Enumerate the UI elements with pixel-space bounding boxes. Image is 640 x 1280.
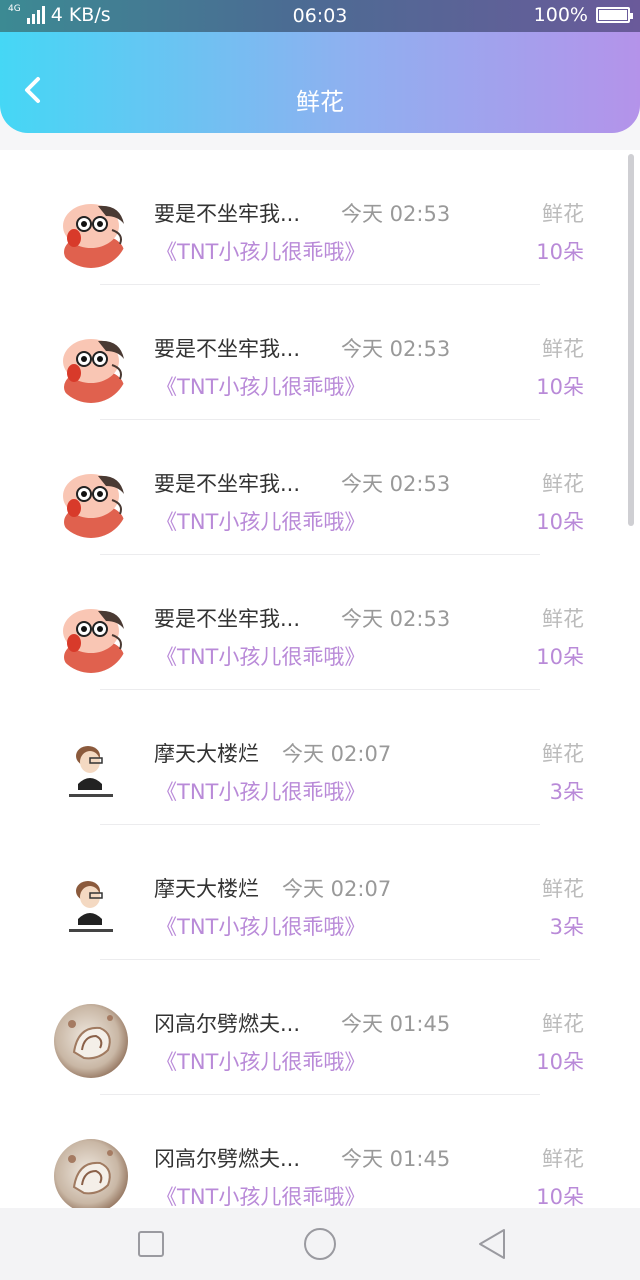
square-icon <box>138 1231 164 1257</box>
gift-record-item[interactable]: 要是不坐牢我... 今天 02:53 鲜花《TNT小孩儿很乖哦》 10朵 <box>0 420 640 555</box>
user-avatar[interactable] <box>54 1139 128 1208</box>
gift-record-item[interactable]: 摩天大楼烂 今天 02:07 鲜花《TNT小孩儿很乖哦》 3朵 <box>0 825 640 960</box>
system-nav-bar <box>0 1208 640 1280</box>
sender-name: 要是不坐牢我... <box>154 472 301 496</box>
gift-record-item[interactable]: 要是不坐牢我... 今天 02:53 鲜花《TNT小孩儿很乖哦》 10朵 <box>0 285 640 420</box>
room-name-link[interactable]: 《TNT小孩儿很乖哦》 <box>156 776 365 806</box>
scrollbar[interactable] <box>628 154 634 526</box>
room-name-link[interactable]: 《TNT小孩儿很乖哦》 <box>156 506 365 536</box>
user-avatar[interactable] <box>54 869 128 943</box>
record-time: 今天 01:45 <box>341 1012 451 1036</box>
status-right: 100% <box>533 4 633 26</box>
gift-type: 鲜花 <box>542 202 584 226</box>
sender-name: 摩天大楼烂 <box>154 742 259 766</box>
gift-type: 鲜花 <box>542 742 584 766</box>
sender-name: 要是不坐牢我... <box>154 202 301 226</box>
home-button[interactable] <box>302 1226 338 1262</box>
gift-count: 10朵 <box>536 510 584 534</box>
room-name-link[interactable]: 《TNT小孩儿很乖哦》 <box>156 236 365 266</box>
room-name-link[interactable]: 《TNT小孩儿很乖哦》 <box>156 641 365 671</box>
user-avatar[interactable] <box>54 329 128 403</box>
record-time: 今天 02:53 <box>341 607 451 631</box>
circle-icon <box>304 1228 336 1260</box>
triangle-back-icon <box>479 1229 505 1259</box>
battery-icon <box>596 7 633 23</box>
gift-record-item[interactable]: 冈高尔劈燃夫... 今天 01:45 鲜花《TNT小孩儿很乖哦》 10朵 <box>0 960 640 1095</box>
page-title: 鲜花 <box>296 88 344 116</box>
sender-name: 要是不坐牢我... <box>154 607 301 631</box>
gift-type: 鲜花 <box>542 877 584 901</box>
battery-fill <box>599 10 627 20</box>
room-name-link[interactable]: 《TNT小孩儿很乖哦》 <box>156 1046 365 1076</box>
gift-count: 3朵 <box>549 915 584 939</box>
sender-name: 摩天大楼烂 <box>154 877 259 901</box>
gift-type: 鲜花 <box>542 472 584 496</box>
room-name-link[interactable]: 《TNT小孩儿很乖哦》 <box>156 911 365 941</box>
gift-type: 鲜花 <box>542 1147 584 1171</box>
record-time: 今天 02:53 <box>341 202 451 226</box>
record-time: 今天 01:45 <box>341 1147 451 1171</box>
record-time: 今天 02:07 <box>282 742 392 766</box>
gift-count: 10朵 <box>536 1185 584 1208</box>
gift-count: 3朵 <box>549 780 584 804</box>
gift-record-item[interactable]: 摩天大楼烂 今天 02:07 鲜花《TNT小孩儿很乖哦》 3朵 <box>0 690 640 825</box>
gift-count: 10朵 <box>536 1050 584 1074</box>
gift-count: 10朵 <box>536 240 584 264</box>
record-time: 今天 02:53 <box>341 472 451 496</box>
record-time: 今天 02:53 <box>341 337 451 361</box>
room-name-link[interactable]: 《TNT小孩儿很乖哦》 <box>156 371 365 401</box>
gift-type: 鲜花 <box>542 337 584 361</box>
sender-name: 冈高尔劈燃夫... <box>154 1147 301 1171</box>
gift-record-list[interactable]: 要是不坐牢我... 今天 02:53 鲜花 《TNT小孩儿很乖哦》 10朵 要是不坐牢我.… <box>0 150 640 1208</box>
sender-name: 冈高尔劈燃夫... <box>154 1012 301 1036</box>
gift-count: 10朵 <box>536 645 584 669</box>
user-avatar[interactable] <box>54 464 128 538</box>
gift-count: 10朵 <box>536 375 584 399</box>
user-avatar[interactable] <box>54 1004 128 1078</box>
room-name-link[interactable]: 《TNT小孩儿很乖哦》 <box>156 1181 365 1208</box>
gift-record-item[interactable]: 要是不坐牢我... 今天 02:53 鲜花《TNT小孩儿很乖哦》 10朵 <box>0 150 640 285</box>
sender-name: 要是不坐牢我... <box>154 337 301 361</box>
gift-record-item[interactable]: 冈高尔劈燃夫... 今天 01:45 鲜花《TNT小孩儿很乖哦》 10朵 <box>0 1095 640 1208</box>
nav-back-button[interactable] <box>474 1226 510 1262</box>
status-bar: 4G 4 KB/s 06:03 100% <box>0 0 640 32</box>
user-avatar[interactable] <box>54 194 128 268</box>
gift-record-item[interactable]: 要是不坐牢我... 今天 02:53 鲜花《TNT小孩儿很乖哦》 10朵 <box>0 555 640 690</box>
user-avatar[interactable] <box>54 599 128 673</box>
gift-type: 鲜花 <box>542 1012 584 1036</box>
gift-type: 鲜花 <box>542 607 584 631</box>
record-time: 今天 02:07 <box>282 877 392 901</box>
battery-percent: 100% <box>533 4 588 26</box>
recents-button[interactable] <box>133 1226 169 1262</box>
user-avatar[interactable] <box>54 734 128 808</box>
page-header: 鲜花 <box>0 32 640 133</box>
